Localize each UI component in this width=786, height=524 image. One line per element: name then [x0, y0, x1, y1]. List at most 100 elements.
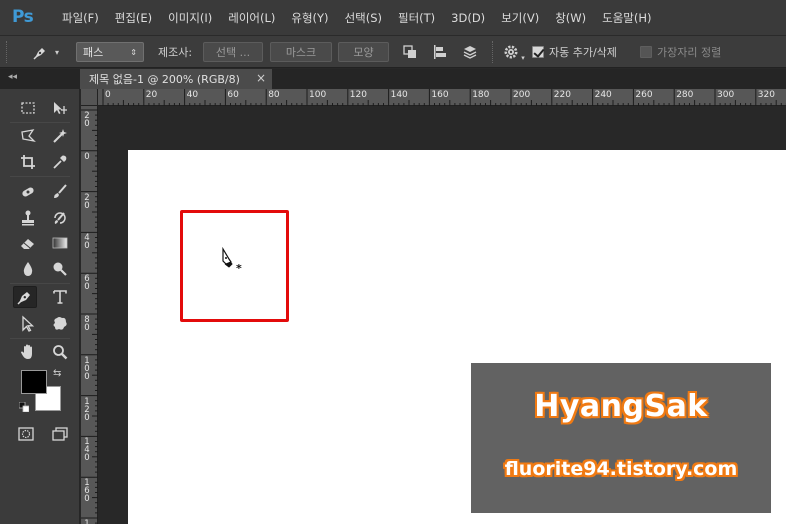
ruler-label: 120	[349, 90, 367, 100]
lasso-tool[interactable]	[16, 125, 40, 147]
path-arrangement-button[interactable]	[460, 42, 480, 62]
path-alignment-button[interactable]	[430, 42, 450, 62]
gradient-tool[interactable]	[48, 232, 72, 254]
settings-button[interactable]	[501, 42, 521, 62]
options-bar: ▾ 패스 ⇕ 제조사: 선택 ... 마스크 모양 ▾ 자동 추가/삭제 가장자…	[0, 36, 786, 68]
hand-tool-icon	[21, 344, 32, 359]
magic-wand-tool[interactable]	[48, 125, 72, 147]
swap-colors-icon[interactable]: ⇆	[53, 368, 61, 379]
watermark-box: HyangSak fluorite94.tistory.com	[471, 363, 771, 513]
pen-cursor-icon: *	[222, 247, 242, 275]
auto-add-delete-checkbox[interactable]	[532, 46, 544, 58]
auto-add-delete-label: 자동 추가/삭제	[549, 46, 617, 59]
dodge-tool-icon	[53, 262, 67, 276]
tool-separator	[10, 122, 70, 123]
quick-mask-button[interactable]	[14, 423, 38, 445]
menu-layer[interactable]: 레이어(L)	[220, 10, 283, 26]
custom-shape-tool[interactable]	[48, 313, 72, 335]
preset-arrow-icon: ▾	[54, 47, 59, 57]
eraser-tool-icon	[21, 239, 34, 249]
marquee-tool[interactable]	[16, 97, 40, 119]
ruler-label: 4 0	[84, 233, 90, 252]
path-selection-icon	[22, 315, 35, 332]
dodge-tool[interactable]	[48, 258, 72, 280]
vertical-ruler[interactable]: 2 0 0 2 0 4 0 6 0 8 0 1 0 0 1 2 0 1 4 0 1 6 0 1 8 …	[81, 106, 98, 524]
tool-preset-picker[interactable]: ▾	[24, 42, 66, 62]
document-tab[interactable]: 제목 없음-1 @ 200% (RGB/8) ×	[80, 69, 272, 89]
make-mask-button[interactable]: 마스크	[270, 42, 332, 62]
menu-filter[interactable]: 필터(T)	[390, 10, 443, 26]
tools-panel: ⇆	[0, 89, 80, 524]
menu-type[interactable]: 유형(Y)	[283, 10, 336, 26]
menu-view[interactable]: 보기(V)	[493, 10, 547, 26]
menu-file[interactable]: 파일(F)	[54, 10, 107, 26]
settings-arrow-icon: ▾	[521, 54, 525, 62]
menu-bar: Ps 파일(F) 편집(E) 이미지(I) 레이어(L) 유형(Y) 선택(S)…	[0, 0, 786, 36]
spot-healing-icon	[22, 187, 34, 197]
chevron-updown-icon: ⇕	[130, 47, 137, 57]
tool-separator	[10, 176, 70, 177]
type-tool[interactable]	[48, 286, 72, 308]
menu-help[interactable]: 도움말(H)	[594, 10, 659, 26]
align-edges-checkbox[interactable]	[640, 46, 652, 58]
ruler-label: 1 4 0	[84, 437, 90, 464]
ruler-label: 300	[717, 90, 735, 100]
align-edges-label: 가장자리 정렬	[657, 46, 722, 59]
menu-window[interactable]: 창(W)	[547, 10, 594, 26]
eyedropper-icon	[53, 155, 67, 169]
tool-separator	[10, 338, 70, 339]
auto-add-delete-option[interactable]: 자동 추가/삭제	[532, 42, 636, 62]
blur-tool-icon	[23, 262, 33, 276]
menu-edit[interactable]: 편집(E)	[107, 10, 160, 26]
crop-tool-icon	[21, 155, 35, 169]
path-operations-button[interactable]	[400, 42, 420, 62]
mode-select[interactable]: 패스 ⇕	[76, 42, 144, 62]
default-colors-icon[interactable]	[19, 402, 29, 412]
menu-select[interactable]: 선택(S)	[337, 10, 390, 26]
collapse-tools-icon[interactable]: ◂◂	[8, 72, 17, 82]
foreground-color-swatch[interactable]	[21, 370, 47, 394]
hand-tool[interactable]	[16, 341, 40, 363]
eraser-tool[interactable]	[16, 232, 40, 254]
photoshop-logo: Ps	[12, 7, 34, 27]
ruler-label: 60	[227, 90, 239, 100]
spot-healing-tool[interactable]	[16, 181, 40, 203]
ruler-label: 2 0	[84, 111, 90, 129]
menu-3d[interactable]: 3D(D)	[443, 11, 493, 25]
path-selection-tool[interactable]	[16, 313, 40, 335]
eyedropper-tool[interactable]	[48, 151, 72, 173]
crop-tool[interactable]	[16, 151, 40, 173]
ruler-label: 200	[513, 90, 531, 100]
gradient-tool-icon	[52, 237, 68, 249]
ruler-origin[interactable]	[81, 89, 98, 106]
zoom-tool[interactable]	[48, 341, 72, 363]
ruler-label: 1 2 0	[84, 396, 90, 423]
ruler-label: 0	[105, 90, 111, 100]
pen-tool[interactable]	[13, 286, 37, 308]
document-area[interactable]: 0 20 40 60 80 100 120 140 160 180 200 220 240 260 280 3…	[81, 89, 786, 524]
close-icon[interactable]: ×	[256, 71, 266, 85]
make-selection-button[interactable]: 선택 ...	[203, 42, 263, 62]
align-edges-option[interactable]: 가장자리 정렬	[640, 42, 750, 62]
clone-stamp-tool[interactable]	[16, 207, 40, 229]
screen-mode-button[interactable]	[48, 423, 72, 445]
history-brush-tool[interactable]	[48, 207, 72, 229]
blur-tool[interactable]	[16, 258, 40, 280]
options-grip[interactable]	[6, 41, 9, 63]
horizontal-ruler[interactable]: 0 20 40 60 80 100 120 140 160 180 200 220 240 260 280 3…	[98, 89, 786, 106]
quick-mask-icon	[18, 427, 34, 441]
menu-image[interactable]: 이미지(I)	[160, 10, 220, 26]
move-tool-icon	[54, 102, 67, 114]
svg-text:*: *	[236, 262, 242, 275]
ruler-label: 240	[594, 90, 612, 100]
make-shape-button[interactable]: 모양	[338, 42, 389, 62]
pen-tool-icon	[17, 292, 30, 305]
path-operations-icon	[403, 45, 416, 58]
mode-select-value: 패스	[83, 46, 104, 59]
brush-tool[interactable]	[48, 181, 72, 203]
magic-wand-icon	[53, 129, 67, 143]
ruler-label: 2 0	[84, 192, 90, 211]
move-tool[interactable]	[48, 97, 72, 119]
ruler-label: 260	[635, 90, 653, 100]
watermark-title: HyangSak	[534, 389, 708, 424]
